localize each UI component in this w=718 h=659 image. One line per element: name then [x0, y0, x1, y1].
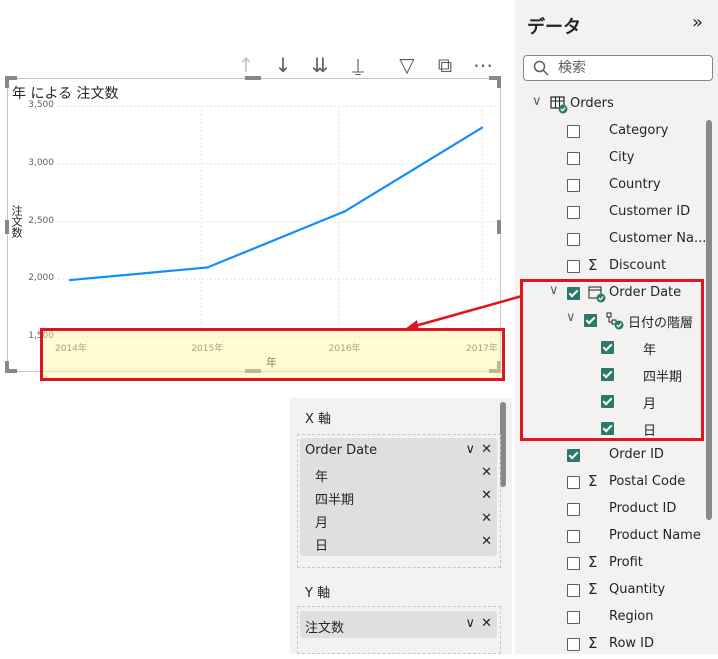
data-point	[343, 210, 346, 213]
x-axis-field[interactable]: Order Date ∨ ✕	[300, 440, 497, 463]
chevron-down-icon[interactable]: ∨	[532, 94, 542, 109]
field-label: Product ID	[609, 501, 677, 516]
checkbox[interactable]	[567, 584, 580, 597]
table-name: Orders	[570, 96, 614, 111]
x-axis-well-title: X 軸	[305, 412, 332, 427]
field-profit[interactable]: Σ Profit	[518, 551, 710, 578]
field-label: Region	[609, 609, 654, 624]
remove-icon[interactable]: ✕	[481, 488, 492, 503]
hierarchy-item-label: 日	[315, 539, 329, 554]
sigma-icon: Σ	[588, 472, 598, 490]
data-pane-title: データ	[527, 17, 581, 38]
table-orders[interactable]: ∨ Orders	[518, 92, 710, 119]
data-point	[206, 266, 209, 269]
remove-icon[interactable]: ✕	[481, 616, 492, 631]
remove-icon[interactable]: ✕	[481, 534, 492, 549]
hierarchy-item-label: 四半期	[315, 493, 355, 508]
field-label: Profit	[609, 555, 643, 570]
field-label: Order ID	[609, 447, 664, 462]
x-axis-hierarchy-item[interactable]: 月 ✕	[300, 509, 497, 532]
field-city[interactable]: City	[518, 146, 710, 173]
data-point	[480, 126, 484, 129]
field-country[interactable]: Country	[518, 173, 710, 200]
field-product-name[interactable]: Product Name	[518, 524, 710, 551]
field-label: Quantity	[609, 582, 666, 597]
checkbox[interactable]	[567, 638, 580, 651]
checkbox[interactable]	[567, 503, 580, 516]
sigma-icon: Σ	[588, 634, 598, 652]
series-line	[69, 126, 483, 282]
checkbox[interactable]	[567, 206, 580, 219]
hierarchy-item-label: 年	[315, 470, 329, 485]
checkbox[interactable]	[567, 611, 580, 624]
x-axis-highlight-box	[40, 328, 505, 381]
checkbox[interactable]	[567, 449, 580, 462]
x-axis-hierarchy-item[interactable]: 四半期 ✕	[300, 486, 497, 509]
table-icon	[550, 96, 568, 114]
checkbox[interactable]	[567, 125, 580, 138]
y-axis-field[interactable]: 注文数 ∨ ✕	[300, 614, 497, 637]
y-axis-well-title: Y 軸	[305, 586, 331, 601]
checkbox[interactable]	[567, 152, 580, 165]
checkbox[interactable]	[567, 476, 580, 489]
collapse-pane-icon[interactable]: »	[692, 12, 703, 33]
sigma-icon: Σ	[588, 580, 598, 598]
field-label: Customer ID	[609, 204, 691, 219]
field-customer-id[interactable]: Customer ID	[518, 200, 710, 227]
x-axis-hierarchy-item[interactable]: 年 ✕	[300, 463, 497, 486]
field-order-id[interactable]: Order ID	[518, 443, 710, 470]
field-label: Row ID	[609, 636, 655, 651]
field-region[interactable]: Region	[518, 605, 710, 632]
sigma-icon: Σ	[588, 256, 598, 274]
field-product-id[interactable]: Product ID	[518, 497, 710, 524]
remove-icon[interactable]: ✕	[481, 465, 492, 480]
field-category[interactable]: Category	[518, 119, 710, 146]
date-hierarchy-highlight-box	[520, 279, 704, 441]
field-row-id[interactable]: Σ Row ID	[518, 632, 710, 659]
x-axis-field-label: Order Date	[305, 443, 378, 458]
search-icon	[533, 60, 549, 76]
chevron-down-icon[interactable]: ∨	[465, 442, 475, 457]
field-postal-code[interactable]: Σ Postal Code	[518, 470, 710, 497]
remove-icon[interactable]: ✕	[481, 511, 492, 526]
sigma-icon: Σ	[588, 553, 598, 571]
checkbox[interactable]	[567, 260, 580, 273]
data-point	[68, 278, 72, 282]
field-label: Discount	[609, 258, 667, 273]
hierarchy-item-label: 月	[315, 516, 329, 531]
checkbox[interactable]	[567, 233, 580, 246]
field-label: Product Name	[609, 528, 701, 543]
field-label: Category	[609, 123, 669, 138]
data-pane-scrollbar[interactable]	[706, 120, 712, 520]
search-input[interactable]	[558, 58, 703, 78]
chevron-down-icon[interactable]: ∨	[465, 616, 475, 631]
checkbox[interactable]	[567, 530, 580, 543]
field-quantity[interactable]: Σ Quantity	[518, 578, 710, 605]
x-axis-hierarchy-item[interactable]: 日 ✕	[300, 532, 497, 555]
field-discount[interactable]: Σ Discount	[518, 254, 710, 281]
field-label: Country	[609, 177, 661, 192]
field-label: Customer Na...	[609, 231, 707, 246]
field-label: City	[609, 150, 635, 165]
checkbox[interactable]	[567, 179, 580, 192]
field-customer-na[interactable]: Customer Na...	[518, 227, 710, 254]
checkbox[interactable]	[567, 557, 580, 570]
remove-icon[interactable]: ✕	[481, 442, 492, 457]
field-label: Postal Code	[609, 474, 686, 489]
y-axis-field-label: 注文数	[305, 621, 345, 636]
